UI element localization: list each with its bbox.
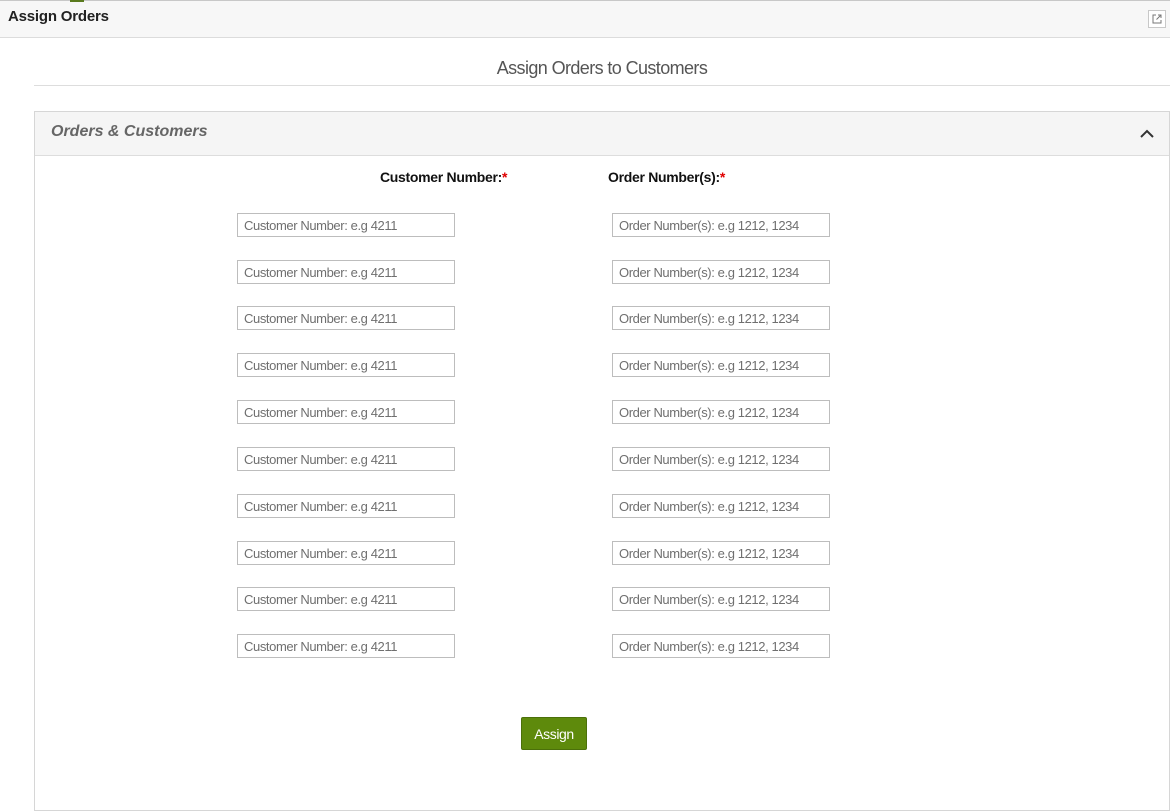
- order-number-label-text: Order Number(s):: [608, 169, 720, 185]
- customer-number-input[interactable]: [237, 541, 455, 565]
- window-title: Assign Orders: [8, 8, 109, 25]
- title-divider: [34, 85, 1170, 86]
- window-titlebar: Assign Orders: [0, 0, 1170, 38]
- customer-number-label-text: Customer Number:: [380, 169, 502, 185]
- order-numbers-input[interactable]: [612, 306, 830, 330]
- order-numbers-input[interactable]: [612, 447, 830, 471]
- order-numbers-input[interactable]: [612, 400, 830, 424]
- order-number-label: Order Number(s):*: [608, 169, 725, 185]
- order-numbers-input[interactable]: [612, 541, 830, 565]
- customer-number-input[interactable]: [237, 447, 455, 471]
- collapse-button[interactable]: [1137, 124, 1157, 144]
- order-numbers-input[interactable]: [612, 213, 830, 237]
- order-numbers-input[interactable]: [612, 587, 830, 611]
- external-link-icon: [1152, 14, 1162, 24]
- panel-title: Orders & Customers: [51, 123, 208, 140]
- popout-button[interactable]: [1148, 10, 1166, 28]
- required-marker: *: [502, 169, 508, 185]
- assign-button[interactable]: Assign: [521, 717, 587, 750]
- chevron-up-icon: [1140, 129, 1154, 138]
- order-numbers-input[interactable]: [612, 494, 830, 518]
- order-numbers-input[interactable]: [612, 353, 830, 377]
- orders-customers-panel: Orders & Customers Customer Number:* Ord…: [34, 111, 1170, 811]
- order-numbers-input[interactable]: [612, 260, 830, 284]
- customer-number-input[interactable]: [237, 494, 455, 518]
- titlebar-accent: [70, 0, 84, 2]
- page-title: Assign Orders to Customers: [496, 58, 708, 78]
- customer-number-input[interactable]: [237, 400, 455, 424]
- customer-number-input[interactable]: [237, 306, 455, 330]
- customer-number-input[interactable]: [237, 353, 455, 377]
- customer-number-label: Customer Number:*: [380, 169, 507, 185]
- customer-number-input[interactable]: [237, 213, 455, 237]
- customer-number-input[interactable]: [237, 587, 455, 611]
- panel-header[interactable]: Orders & Customers: [35, 112, 1169, 156]
- order-numbers-input[interactable]: [612, 634, 830, 658]
- customer-number-input[interactable]: [237, 260, 455, 284]
- required-marker: *: [719, 169, 726, 185]
- customer-number-input[interactable]: [237, 634, 455, 658]
